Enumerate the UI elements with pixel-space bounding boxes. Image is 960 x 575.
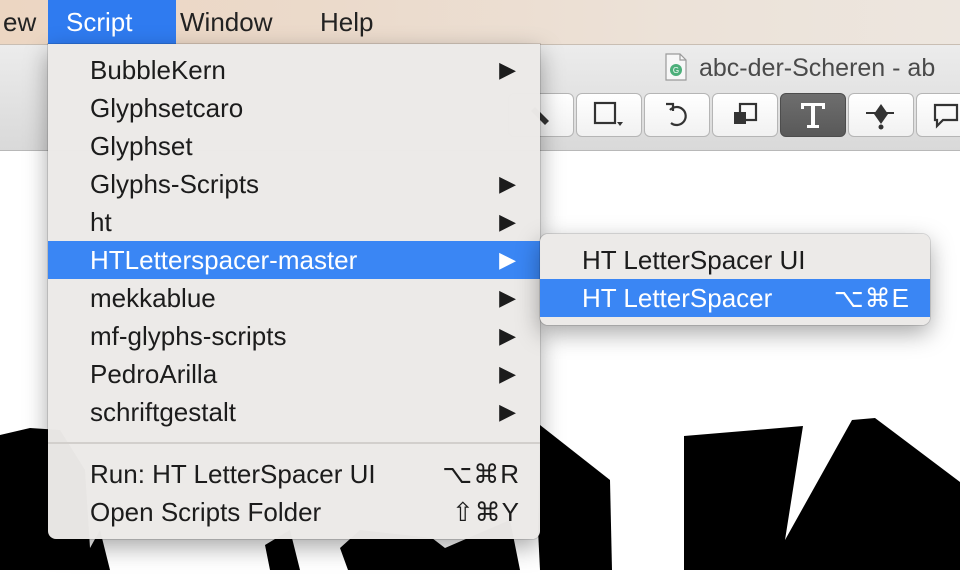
menu-item-label: ht [90, 207, 112, 237]
glyphs-file-icon: G [665, 53, 687, 81]
submenu-arrow-icon: ▶ [499, 57, 516, 82]
menu-item-label: PedroArilla [90, 359, 218, 389]
document-title-bar: G abc-der-Scheren - ab [665, 50, 935, 86]
submenu-arrow-icon: ▶ [499, 247, 516, 272]
menu-item-label: Run: HT LetterSpacer UI [90, 459, 376, 489]
menu-item-glyphsetcaro[interactable]: Glyphsetcaro [48, 89, 540, 127]
menu-item-label: Glyphs-Scripts [90, 169, 260, 199]
script-menu: BubbleKern ▶ Glyphsetcaro Glyphset Glyph… [48, 44, 540, 539]
menu-item-run-ht-letterspacer-ui[interactable]: Run: HT LetterSpacer UI ⌥⌘R [48, 455, 540, 493]
rotate-icon [662, 100, 692, 130]
menu-item-glyphset[interactable]: Glyphset [48, 127, 540, 165]
menu-separator [48, 442, 540, 444]
menu-item-label: HT LetterSpacer [582, 283, 773, 313]
menu-item-label: HTLetterspacer-master [90, 245, 358, 275]
menu-item-bubblekern[interactable]: BubbleKern ▶ [48, 51, 540, 89]
svg-text:G: G [673, 66, 679, 75]
glyph-shape [538, 425, 612, 570]
menu-item-label: schriftgestalt [90, 397, 236, 427]
keyboard-shortcut: ⌥⌘R [442, 459, 520, 489]
transform-tool-button[interactable] [712, 93, 778, 137]
submenu-arrow-icon: ▶ [499, 361, 516, 386]
menu-item-ht[interactable]: ht ▶ [48, 203, 540, 241]
menu-item-htletterspacer-master[interactable]: HTLetterspacer-master ▶ [48, 241, 540, 279]
transform-icon [730, 100, 760, 130]
menu-item-schriftgestalt[interactable]: schriftgestalt ▶ [48, 393, 540, 431]
menu-item-mekkablue[interactable]: mekkablue ▶ [48, 279, 540, 317]
submenu-arrow-icon: ▶ [499, 285, 516, 310]
rotate-tool-button[interactable] [644, 93, 710, 137]
submenu-item-ht-letterspacer[interactable]: HT LetterSpacer ⌥⌘E [540, 279, 930, 317]
submenu-arrow-icon: ▶ [499, 323, 516, 348]
menu-item-label: BubbleKern [90, 55, 226, 85]
pen-tool-button[interactable] [848, 93, 914, 137]
submenu-arrow-icon: ▶ [499, 209, 516, 234]
menu-item-label: mf-glyphs-scripts [90, 321, 287, 351]
menu-item-mf-glyphs-scripts[interactable]: mf-glyphs-scripts ▶ [48, 317, 540, 355]
htletterspacer-submenu: HT LetterSpacer UI HT LetterSpacer ⌥⌘E [540, 234, 930, 325]
submenu-item-ht-letterspacer-ui[interactable]: HT LetterSpacer UI [540, 241, 930, 279]
menu-item-pedroarilla[interactable]: PedroArilla ▶ [48, 355, 540, 393]
annotation-icon [931, 100, 960, 130]
menu-item-label: HT LetterSpacer UI [582, 245, 806, 275]
menu-item-label: Open Scripts Folder [90, 497, 322, 527]
menu-item-open-scripts-folder[interactable]: Open Scripts Folder ⇧⌘Y [48, 493, 540, 531]
menubar-help[interactable]: Help [305, 0, 388, 44]
rectangle-tool-button[interactable] [576, 93, 642, 137]
menu-item-label: Glyphset [90, 131, 193, 161]
glyph-shape [684, 418, 960, 570]
submenu-arrow-icon: ▶ [499, 399, 516, 424]
keyboard-shortcut: ⌥⌘E [833, 283, 910, 313]
annotation-tool-button[interactable] [916, 93, 960, 137]
text-tool-button[interactable] [780, 93, 846, 137]
submenu-arrow-icon: ▶ [499, 171, 516, 196]
keyboard-shortcut: ⇧⌘Y [451, 497, 520, 527]
menu-item-label: Glyphsetcaro [90, 93, 244, 123]
menubar-window[interactable]: Window [165, 0, 287, 44]
menubar-view[interactable]: ew [0, 0, 51, 44]
document-title: abc-der-Scheren - ab [699, 54, 936, 82]
text-tool-icon [798, 100, 828, 130]
menubar-script[interactable]: Script [48, 0, 176, 44]
menu-bar: ew Script Window Help [0, 0, 960, 45]
rectangle-tool-icon [592, 100, 626, 130]
menu-item-label: mekkablue [90, 283, 216, 313]
pen-tool-icon [864, 100, 898, 130]
menu-item-glyphs-scripts[interactable]: Glyphs-Scripts ▶ [48, 165, 540, 203]
